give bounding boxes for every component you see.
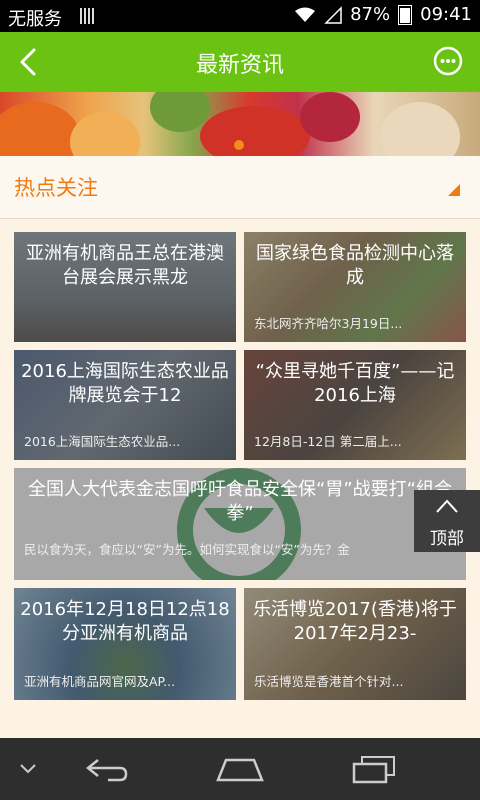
battery-percent: 87% <box>350 4 391 25</box>
recent-apps-icon[interactable] <box>350 754 398 784</box>
banner-carousel[interactable] <box>0 92 480 156</box>
news-title: 乐活博览2017(香港)将于2017年2月23- <box>253 599 457 644</box>
chevron-up-icon <box>436 499 458 513</box>
news-title: 全国人大代表金志国呼吁食品安全保“胃”战要打“组合拳” <box>28 479 452 524</box>
news-card[interactable]: “众里寻她千百度”——记2016上海 12月8日-12日 第二届上... <box>244 350 466 460</box>
section-title: 热点关注 <box>14 176 98 200</box>
back-icon[interactable] <box>84 756 130 782</box>
section-header: 热点关注 <box>0 156 480 219</box>
news-summary: 12月8日-12日 第二届上... <box>254 434 402 449</box>
news-title: 2016年12月18日12点18分亚洲有机商品 <box>20 599 230 644</box>
news-card[interactable]: 亚洲有机商品王总在港澳台展会展示黑龙 <box>14 232 236 342</box>
news-card[interactable]: 2016年12月18日12点18分亚洲有机商品 亚洲有机商品网官网及AP... <box>14 588 236 700</box>
news-title: 国家绿色食品检测中心落成 <box>256 243 454 288</box>
back-to-top-button[interactable]: 顶部 <box>414 490 480 552</box>
news-card[interactable]: 全国人大代表金志国呼吁食品安全保“胃”战要打“组合拳” 民以食为天，食应以“安”… <box>14 468 466 580</box>
wifi-icon <box>295 7 316 22</box>
clock: 09:41 <box>420 4 472 25</box>
carousel-indicator[interactable] <box>234 140 244 150</box>
home-icon[interactable] <box>214 756 266 782</box>
news-title: 亚洲有机商品王总在港澳台展会展示黑龙 <box>26 243 224 288</box>
news-title: 2016上海国际生态农业品牌展览会于12 <box>21 361 229 406</box>
battery-charging-icon <box>398 4 413 25</box>
chat-bubble-icon[interactable] <box>432 45 464 77</box>
news-card[interactable]: 乐活博览2017(香港)将于2017年2月23- 乐活博览是香港首个针对... <box>244 588 466 700</box>
news-card[interactable]: 国家绿色食品检测中心落成 东北网齐齐哈尔3月19日... <box>244 232 466 342</box>
signal-bars-icon <box>80 8 96 24</box>
news-summary: 亚洲有机商品网官网及AP... <box>24 674 176 689</box>
cell-signal-icon <box>324 5 342 24</box>
news-summary: 乐活博览是香港首个针对... <box>254 674 404 689</box>
carrier-label: 无服务 <box>8 9 62 30</box>
news-title: “众里寻她千百度”——记2016上海 <box>255 361 455 406</box>
news-summary: 民以食为天，食应以“安”为先。如何实现食以“安”为先？金 <box>24 542 350 557</box>
news-summary: 2016上海国际生态农业品... <box>24 434 181 449</box>
news-summary: 东北网齐齐哈尔3月19日... <box>254 316 403 331</box>
system-nav-bar <box>0 738 480 800</box>
page-title: 最新资讯 <box>195 53 284 78</box>
banner-image <box>0 102 80 156</box>
corner-triangle-icon <box>448 184 460 196</box>
hide-keyboard-icon[interactable] <box>18 762 38 776</box>
back-to-top-label: 顶部 <box>430 529 464 549</box>
title-bar: 最新资讯 <box>0 32 480 92</box>
news-card[interactable]: 2016上海国际生态农业品牌展览会于12 2016上海国际生态农业品... <box>14 350 236 460</box>
status-bar: 无服务 87% 09:41 <box>0 0 480 32</box>
